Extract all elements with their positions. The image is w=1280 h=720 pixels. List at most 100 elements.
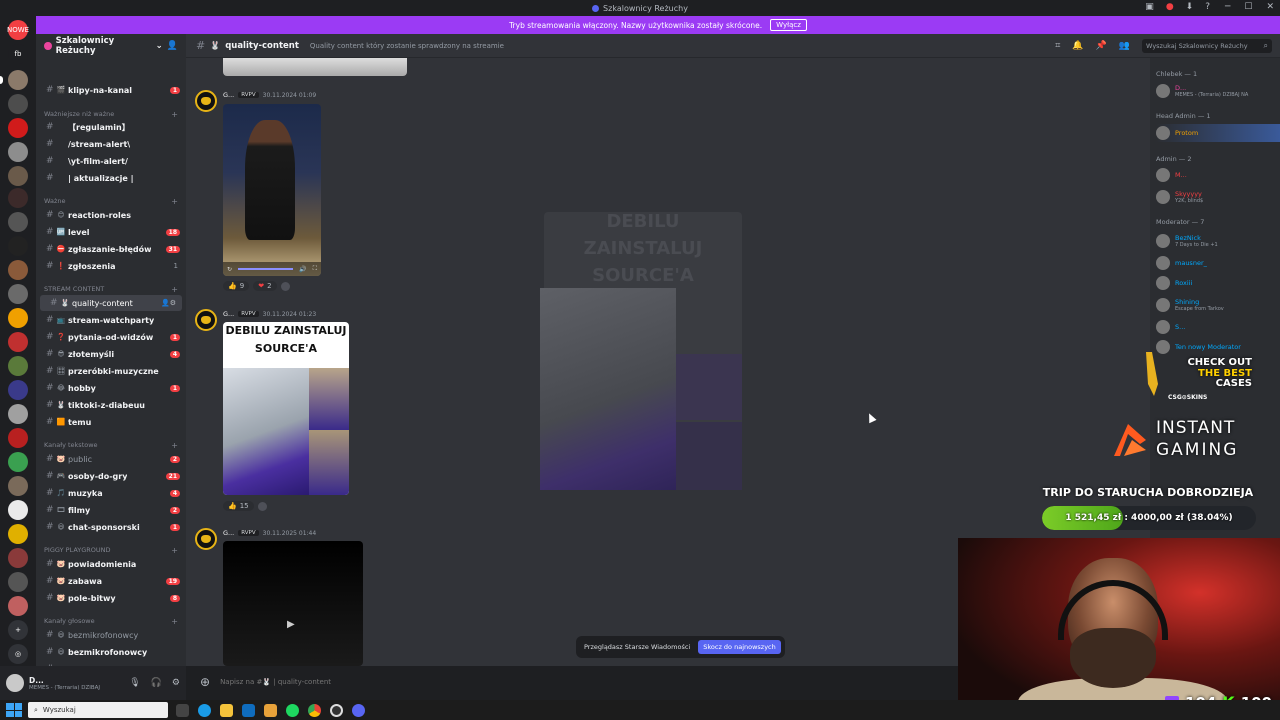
server-icon[interactable] <box>8 166 28 186</box>
avatar[interactable] <box>195 90 217 112</box>
channel-category[interactable]: Kanały głosowe + <box>36 615 186 627</box>
fullscreen-icon[interactable]: ⛶ <box>313 265 317 273</box>
message-image[interactable] <box>223 58 407 76</box>
video-progress[interactable] <box>238 268 294 270</box>
recording-icon[interactable]: ● <box>1166 2 1174 12</box>
windows-start-icon[interactable] <box>6 703 22 717</box>
channel-category[interactable]: Ważne + <box>36 195 186 207</box>
server-icon[interactable] <box>8 452 28 472</box>
server-icon[interactable] <box>8 308 28 328</box>
task-view-icon[interactable] <box>176 703 189 717</box>
spotify-icon[interactable] <box>286 703 299 717</box>
chrome-icon[interactable] <box>308 703 321 717</box>
channel-item[interactable]: # /stream-alert\ <box>36 136 186 152</box>
minimize-button[interactable]: ─ <box>1225 2 1230 12</box>
server-icon[interactable] <box>8 428 28 448</box>
message-author[interactable]: G... <box>223 91 234 99</box>
channel-item[interactable]: # 🐰 quality-content 👤⚙ <box>40 295 182 311</box>
channel-item[interactable]: # ❓ pytania-od-widzów 1 <box>36 329 186 345</box>
server-icon[interactable] <box>8 596 28 616</box>
server-icon[interactable] <box>8 500 28 520</box>
channel-category[interactable]: PIGGY PLAYGROUND + <box>36 544 186 556</box>
server-icon[interactable] <box>8 332 28 352</box>
server-icon[interactable]: NOWE <box>7 20 29 40</box>
message-video[interactable]: ↻ 🔊 ⛶ <box>223 104 321 276</box>
server-icon[interactable] <box>8 476 28 496</box>
server-icon[interactable] <box>8 404 28 424</box>
bell-icon[interactable]: 🔔 <box>1072 41 1083 51</box>
member-item[interactable]: M... <box>1156 166 1276 184</box>
server-icon[interactable]: + <box>8 620 28 640</box>
guild-header[interactable]: Szkalownicy Reżuchy ⌄ 👤 <box>36 34 186 58</box>
mic-icon[interactable]: 🎙 <box>129 678 140 688</box>
settings-icon[interactable]: ⚙ <box>172 678 180 688</box>
server-icon[interactable] <box>8 356 28 376</box>
reaction-thumbs[interactable]: 👍 9 <box>223 281 250 291</box>
member-item[interactable]: Shining Escape from Tarkov <box>1156 296 1276 314</box>
close-button[interactable]: ✕ <box>1266 2 1274 12</box>
server-icon[interactable] <box>8 380 28 400</box>
members-icon[interactable]: 👥 <box>1119 41 1130 51</box>
pin-icon[interactable]: 📌 <box>1096 41 1107 51</box>
message-image[interactable]: DEBILU ZAINSTALUJ SOURCE'A <box>223 322 349 495</box>
channel-item[interactable]: # ⛔ zgłaszanie-błędów 31 <box>36 241 186 257</box>
reaction-heart[interactable]: ❤ 2 <box>253 281 277 291</box>
channel-item[interactable]: # 🆙 level 18 <box>36 224 186 240</box>
server-icon[interactable] <box>0 70 28 90</box>
server-icon[interactable] <box>8 142 28 162</box>
channel-item[interactable]: # 📺 stream-watchparty <box>36 312 186 328</box>
channel-topic[interactable]: Quality content który zostanie sprawdzon… <box>310 42 504 50</box>
member-item[interactable]: D... MEMES - (Terraria) DZIBAJ NA <box>1156 82 1276 100</box>
message-video[interactable]: ▶ <box>223 541 363 666</box>
play-icon[interactable]: ▶ <box>287 619 295 630</box>
channel-item[interactable]: # 😊 reaction-roles <box>36 207 186 223</box>
channel-item[interactable]: # | aktualizacje | <box>36 170 186 186</box>
channel-item[interactable]: # 🐷 public 2 <box>36 451 186 467</box>
member-item[interactable]: Skyyyyy Y2K, blind$ <box>1156 188 1276 206</box>
help-icon[interactable]: ? <box>1205 2 1210 12</box>
create-channel-icon[interactable]: + <box>171 441 178 450</box>
channel-item[interactable]: # 🐰 tiktoki-z-diabeuu <box>36 397 186 413</box>
avatar[interactable] <box>195 528 217 550</box>
discord-app-icon[interactable] <box>352 703 365 717</box>
channel-item[interactable]: # 【regulamin】 <box>36 119 186 135</box>
create-channel-icon[interactable]: + <box>171 546 178 555</box>
server-icon[interactable] <box>8 260 28 280</box>
replay-icon[interactable]: ↻ <box>227 266 232 273</box>
member-item[interactable]: S... <box>1156 318 1276 336</box>
channel-item[interactable]: # 🎮 osoby-do-gry 21 <box>36 468 186 484</box>
channel-item[interactable]: # 😃 chat-sponsorski 1 <box>36 519 186 535</box>
server-icon[interactable] <box>8 548 28 568</box>
channel-item[interactable]: # 😎 złotemyśli 4 <box>36 346 186 362</box>
inbox-icon[interactable]: ▣ <box>1145 2 1154 12</box>
add-reaction-icon[interactable] <box>280 281 290 291</box>
avatar[interactable] <box>6 674 24 692</box>
download-icon[interactable]: ⬇ <box>1186 2 1194 12</box>
channel-item[interactable]: # ❗ zgłoszenia 1 <box>36 258 186 274</box>
message-author[interactable]: G... <box>223 529 234 537</box>
member-item[interactable]: Roxiii <box>1156 274 1276 292</box>
member-item[interactable]: Protom <box>1156 124 1280 142</box>
search-input[interactable]: Wyszukaj Szkalownicy Reżuchy ⌕ <box>1142 38 1272 53</box>
channel-item[interactable]: # 🐷 powiadomienia <box>36 556 186 572</box>
store-icon[interactable] <box>264 703 277 717</box>
add-reaction-icon[interactable] <box>257 501 267 511</box>
channel-item[interactable]: # 😂 hobby 1 <box>36 380 186 396</box>
create-channel-icon[interactable]: + <box>171 110 178 119</box>
avatar[interactable] <box>195 309 217 331</box>
message-author[interactable]: G... <box>223 310 234 318</box>
server-icon[interactable] <box>8 118 28 138</box>
server-icon[interactable]: fb <box>8 44 28 64</box>
headphones-icon[interactable]: 🎧 <box>151 678 162 688</box>
jump-to-present-button[interactable]: Skocz do najnowszych <box>698 640 781 654</box>
maximize-button[interactable]: ☐ <box>1244 2 1252 12</box>
channel-item[interactable]: # 🎛 przeróbki-muzyczne <box>36 363 186 379</box>
taskbar-search[interactable]: ⌕ Wyszukaj <box>28 702 168 718</box>
server-icon[interactable] <box>8 572 28 592</box>
edge-icon[interactable] <box>198 703 211 717</box>
volume-icon[interactable]: 🔊 <box>299 266 306 273</box>
disable-streamer-mode-button[interactable]: Wyłącz <box>770 19 807 31</box>
channel-item[interactable]: # 🐷 pole-bitwy 8 <box>36 590 186 606</box>
server-icon[interactable] <box>8 236 28 256</box>
member-item[interactable]: BezNick 7 Days to Die +1 <box>1156 232 1276 250</box>
